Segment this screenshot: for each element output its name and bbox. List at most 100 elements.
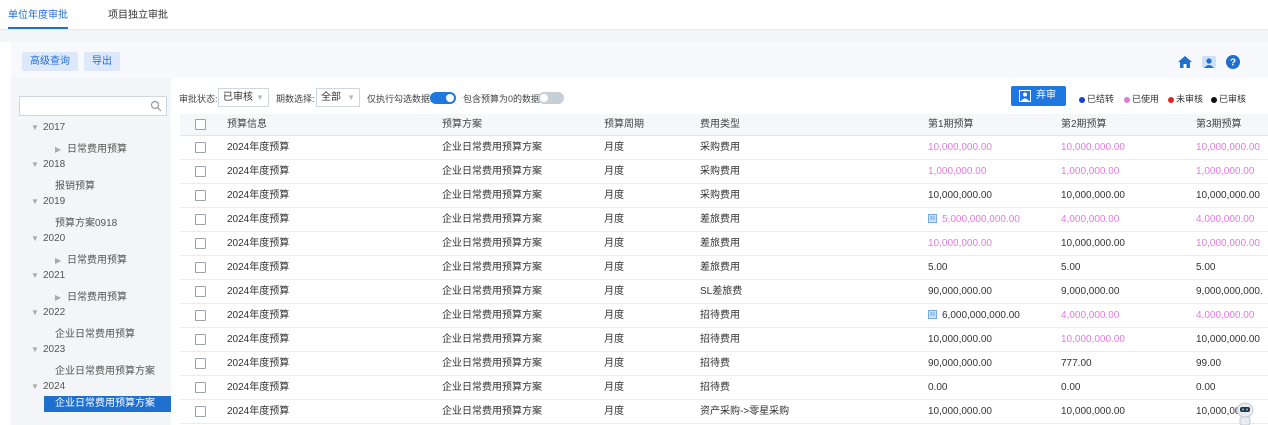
table-row[interactable]: 2024年度预算 企业日常费用预算方案 月度 差旅费用 5.00 5.00 5.00 <box>180 256 1268 280</box>
collapse-arrow-icon[interactable]: ▼ <box>31 271 43 280</box>
tree-year-2020[interactable]: ▼ 2020 <box>31 233 65 244</box>
row-checkbox[interactable] <box>195 334 206 345</box>
table-row[interactable]: 2024年度预算 企业日常费用预算方案 月度 差旅费用 10,000,000.00 10,… <box>180 232 1268 256</box>
unapprove-button[interactable]: 弃审 <box>1011 86 1066 106</box>
table-row[interactable]: 2024年度预算 企业日常费用预算方案 月度 招待费 90,000,000.00 777.… <box>180 352 1268 376</box>
collapse-arrow-icon[interactable]: ▼ <box>31 382 43 391</box>
help-icon[interactable]: ? <box>1225 54 1241 70</box>
row-checkbox[interactable] <box>195 238 206 249</box>
row-checkbox[interactable] <box>195 190 206 201</box>
tree-year-2021[interactable]: ▼ 2021 <box>31 270 65 281</box>
table-row[interactable]: 2024年度预算 企业日常费用预算方案 月度 招待费用 10,000,000.00 10,… <box>180 328 1268 352</box>
collapse-arrow-icon[interactable]: ▼ <box>31 160 43 169</box>
budget-info-cell: 2024年度预算 <box>227 232 427 256</box>
tree-item[interactable]: 企业日常费用预算 <box>55 325 135 340</box>
column-header[interactable]: 预算信息 <box>227 114 427 136</box>
row-checkbox[interactable] <box>195 406 206 417</box>
user-icon[interactable] <box>1201 54 1217 70</box>
expand-arrow-icon[interactable]: ▶ <box>55 256 67 265</box>
toggle-knob <box>446 94 454 102</box>
expense-type-cell: 采购费用 <box>700 184 920 208</box>
tree-year-2019[interactable]: ▼ 2019 <box>31 196 65 207</box>
budget-plan-cell: 企业日常费用预算方案 <box>442 352 592 376</box>
table-row[interactable]: 2024年度预算 企业日常费用预算方案 月度 SL差旅费 90,000,000.00 9,… <box>180 280 1268 304</box>
column-header[interactable]: 预算周期 <box>604 114 694 136</box>
export-button[interactable]: 导出 <box>84 52 120 71</box>
tree-year-label: 2020 <box>43 233 66 244</box>
tree-item[interactable]: 企业日常费用预算方案 <box>55 362 155 377</box>
row-checkbox[interactable] <box>195 166 206 177</box>
tree-year-2018[interactable]: ▼ 2018 <box>31 159 65 170</box>
table-row[interactable]: 2024年度预算 企业日常费用预算方案 月度 采购费用 10,000,000.00 10,… <box>180 184 1268 208</box>
tab-project-approval[interactable]: 项目独立审批 <box>108 6 168 27</box>
tree-year-2024[interactable]: ▼ 2024 <box>31 381 65 392</box>
advanced-search-button[interactable]: 高级查询 <box>22 52 78 71</box>
status-filter-select[interactable]: 已审核 ▼ <box>218 88 269 107</box>
row-checkbox[interactable] <box>195 382 206 393</box>
cell-text: 月度 <box>604 406 624 417</box>
calculator-icon[interactable] <box>928 310 937 319</box>
collapse-arrow-icon[interactable]: ▼ <box>31 123 43 132</box>
select-all-checkbox[interactable] <box>195 119 206 130</box>
tree-search-input[interactable] <box>19 96 167 116</box>
table-row[interactable]: 2024年度预算 企业日常费用预算方案 月度 采购费用 10,000,000.00 10,… <box>180 136 1268 160</box>
tab-unit-annual-approval[interactable]: 单位年度审批 <box>8 6 68 29</box>
row-checkbox[interactable] <box>195 358 206 369</box>
tree-item[interactable]: 企业日常费用预算方案 <box>44 396 171 412</box>
collapse-arrow-icon[interactable]: ▼ <box>31 345 43 354</box>
collapse-arrow-icon[interactable]: ▼ <box>31 234 43 243</box>
column-header[interactable]: 第2期预算 <box>1061 114 1191 136</box>
column-header[interactable]: 预算方案 <box>442 114 592 136</box>
row-checkbox[interactable] <box>195 262 206 273</box>
table-row[interactable]: 2024年度预算 企业日常费用预算方案 月度 资产采购->零星采购 10,000,000… <box>180 400 1268 424</box>
budget-plan-cell: 企业日常费用预算方案 <box>442 304 592 328</box>
home-icon[interactable] <box>1177 54 1193 70</box>
include-zero-toggle[interactable] <box>538 92 564 104</box>
cell-text: 10,000,000.00 <box>1196 190 1260 201</box>
cell-text: 月度 <box>604 334 624 345</box>
tree-item[interactable]: 报销预算 <box>55 177 95 192</box>
column-header[interactable]: 费用类型 <box>700 114 920 136</box>
tree-year-2017[interactable]: ▼ 2017 <box>31 122 65 133</box>
chevron-down-icon: ▼ <box>256 93 264 102</box>
tree-item[interactable]: 预算方案0918 <box>55 214 117 229</box>
column-header[interactable]: 第3期预算 <box>1196 114 1268 136</box>
row-checkbox[interactable] <box>195 286 206 297</box>
tree-year-2023[interactable]: ▼ 2023 <box>31 344 65 355</box>
cell-text: 10,000,000.00 <box>1196 142 1260 153</box>
table-row[interactable]: 2024年度预算 企业日常费用预算方案 月度 招待费用 6,000,000,000.00… <box>180 304 1268 328</box>
expand-arrow-icon[interactable]: ▶ <box>55 145 67 154</box>
column-header[interactable]: 第1期预算 <box>928 114 1056 136</box>
period3-budget-cell: 1,000,000.00 <box>1196 160 1268 184</box>
expand-arrow-icon[interactable]: ▶ <box>55 293 67 302</box>
row-checkbox[interactable] <box>195 142 206 153</box>
table-row[interactable]: 2024年度预算 企业日常费用预算方案 月度 招待费 0.00 0.00 0.00 <box>180 376 1268 400</box>
toolbar: 高级查询 导出 ? <box>11 42 1268 78</box>
tree-year-2022[interactable]: ▼ 2022 <box>31 307 65 318</box>
collapse-arrow-icon[interactable]: ▼ <box>31 308 43 317</box>
calculator-icon[interactable] <box>928 214 937 223</box>
tree-item[interactable]: ▶ 日常费用预算 <box>55 288 127 303</box>
period-filter-select[interactable]: 全部 ▼ <box>316 88 360 107</box>
tree-item[interactable]: ▶ 日常费用预算 <box>55 140 127 155</box>
period1-budget-cell: 10,000,000.00 <box>928 136 1056 160</box>
cell-text: 10,000,000.00 <box>1196 238 1260 249</box>
row-checkbox[interactable] <box>195 310 206 321</box>
search-icon[interactable] <box>150 100 162 112</box>
tree-year-label: 2022 <box>43 307 66 318</box>
legend-dot <box>1124 96 1130 103</box>
table-row[interactable]: 2024年度预算 企业日常费用预算方案 月度 采购费用 1,000,000.00 1,00… <box>180 160 1268 184</box>
only-checked-label: 仅执行勾选数据: <box>367 94 433 104</box>
table-row[interactable]: 2024年度预算 企业日常费用预算方案 月度 差旅费用 5,000,000,000.00… <box>180 208 1268 232</box>
cell-text: 企业日常费用预算方案 <box>442 334 542 345</box>
collapse-arrow-icon[interactable]: ▼ <box>31 197 43 206</box>
assistant-robot-icon[interactable] <box>1232 400 1258 425</box>
tree-item[interactable]: ▶ 日常费用预算 <box>55 251 127 266</box>
budget-info-cell: 2024年度预算 <box>227 376 427 400</box>
only-checked-toggle[interactable] <box>430 92 456 104</box>
period1-budget-cell: 90,000,000.00 <box>928 280 1056 304</box>
cell-text: 月度 <box>604 166 624 177</box>
row-checkbox[interactable] <box>195 214 206 225</box>
period3-budget-cell: 0.00 <box>1196 376 1268 400</box>
budget-plan-cell: 企业日常费用预算方案 <box>442 232 592 256</box>
